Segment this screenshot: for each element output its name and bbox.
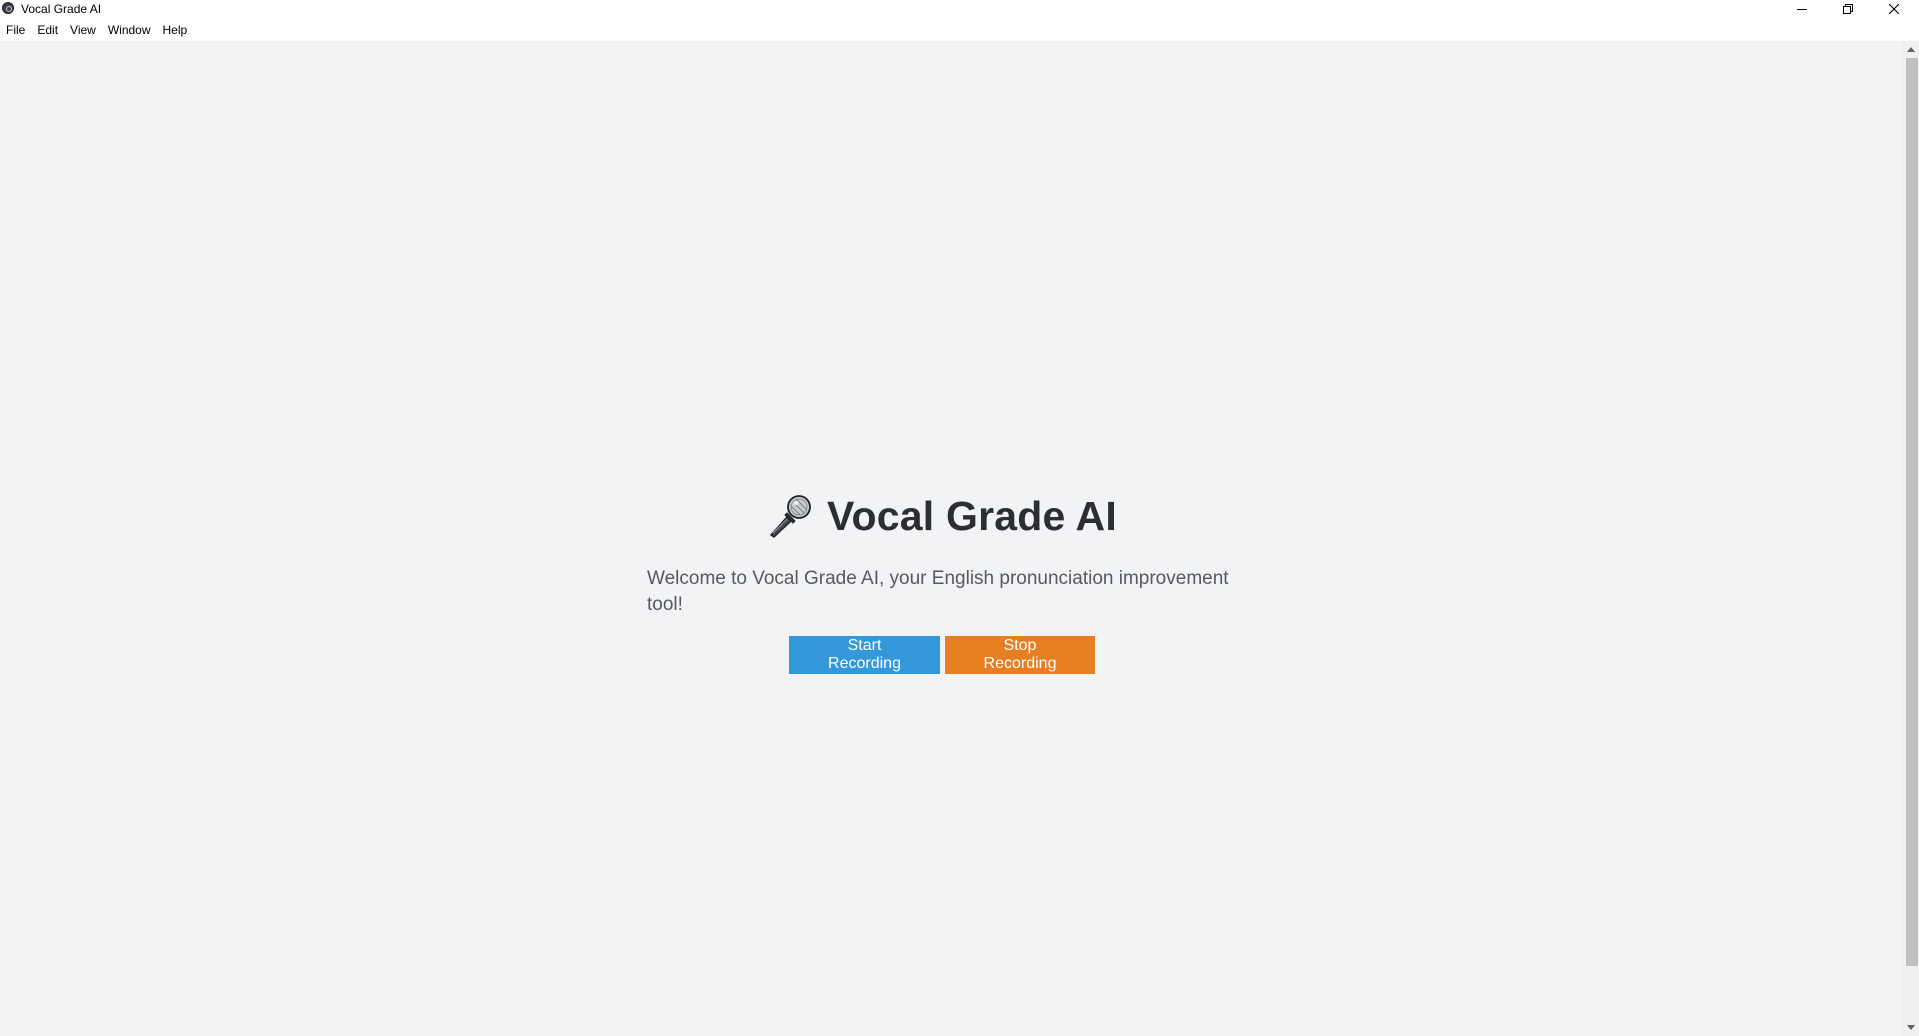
welcome-panel: Vocal Grade AI Welcome to Vocal Grade AI… xyxy=(647,489,1237,674)
menu-file[interactable]: File xyxy=(0,20,31,40)
minimize-icon xyxy=(1797,9,1807,10)
menu-edit[interactable]: Edit xyxy=(31,20,64,40)
close-icon xyxy=(1889,4,1899,14)
scroll-down-button[interactable] xyxy=(1902,1019,1919,1036)
main-content: Vocal Grade AI Welcome to Vocal Grade AI… xyxy=(0,41,1902,1036)
restore-icon xyxy=(1843,4,1853,14)
menu-help[interactable]: Help xyxy=(157,20,194,40)
scrollbar-thumb[interactable] xyxy=(1906,58,1918,966)
menu-view[interactable]: View xyxy=(64,20,102,40)
recording-controls: Start Recording Stop Recording xyxy=(647,636,1237,674)
app-window: Vocal Grade AI File Edit View Window Hel… xyxy=(0,0,1919,1036)
page-title: Vocal Grade AI xyxy=(827,492,1117,539)
start-recording-button[interactable]: Start Recording xyxy=(789,636,940,674)
microphone-icon xyxy=(770,495,811,538)
restore-button[interactable] xyxy=(1825,0,1871,18)
window-title: Vocal Grade AI xyxy=(21,2,102,16)
menu-bar: File Edit View Window Help xyxy=(0,19,1919,41)
scroll-up-button[interactable] xyxy=(1902,41,1919,58)
menu-window[interactable]: Window xyxy=(102,20,157,40)
vertical-scrollbar[interactable] xyxy=(1902,41,1919,1036)
title-bar: Vocal Grade AI xyxy=(0,0,1919,18)
minimize-button[interactable] xyxy=(1779,0,1825,18)
chevron-up-icon xyxy=(1906,47,1915,52)
close-button[interactable] xyxy=(1871,0,1917,18)
app-logo-icon xyxy=(2,2,14,14)
welcome-message: Welcome to Vocal Grade AI, your English … xyxy=(647,568,1229,615)
stop-recording-button[interactable]: Stop Recording xyxy=(945,636,1095,674)
chevron-down-icon xyxy=(1906,1025,1915,1030)
page-heading: Vocal Grade AI xyxy=(647,489,1237,543)
